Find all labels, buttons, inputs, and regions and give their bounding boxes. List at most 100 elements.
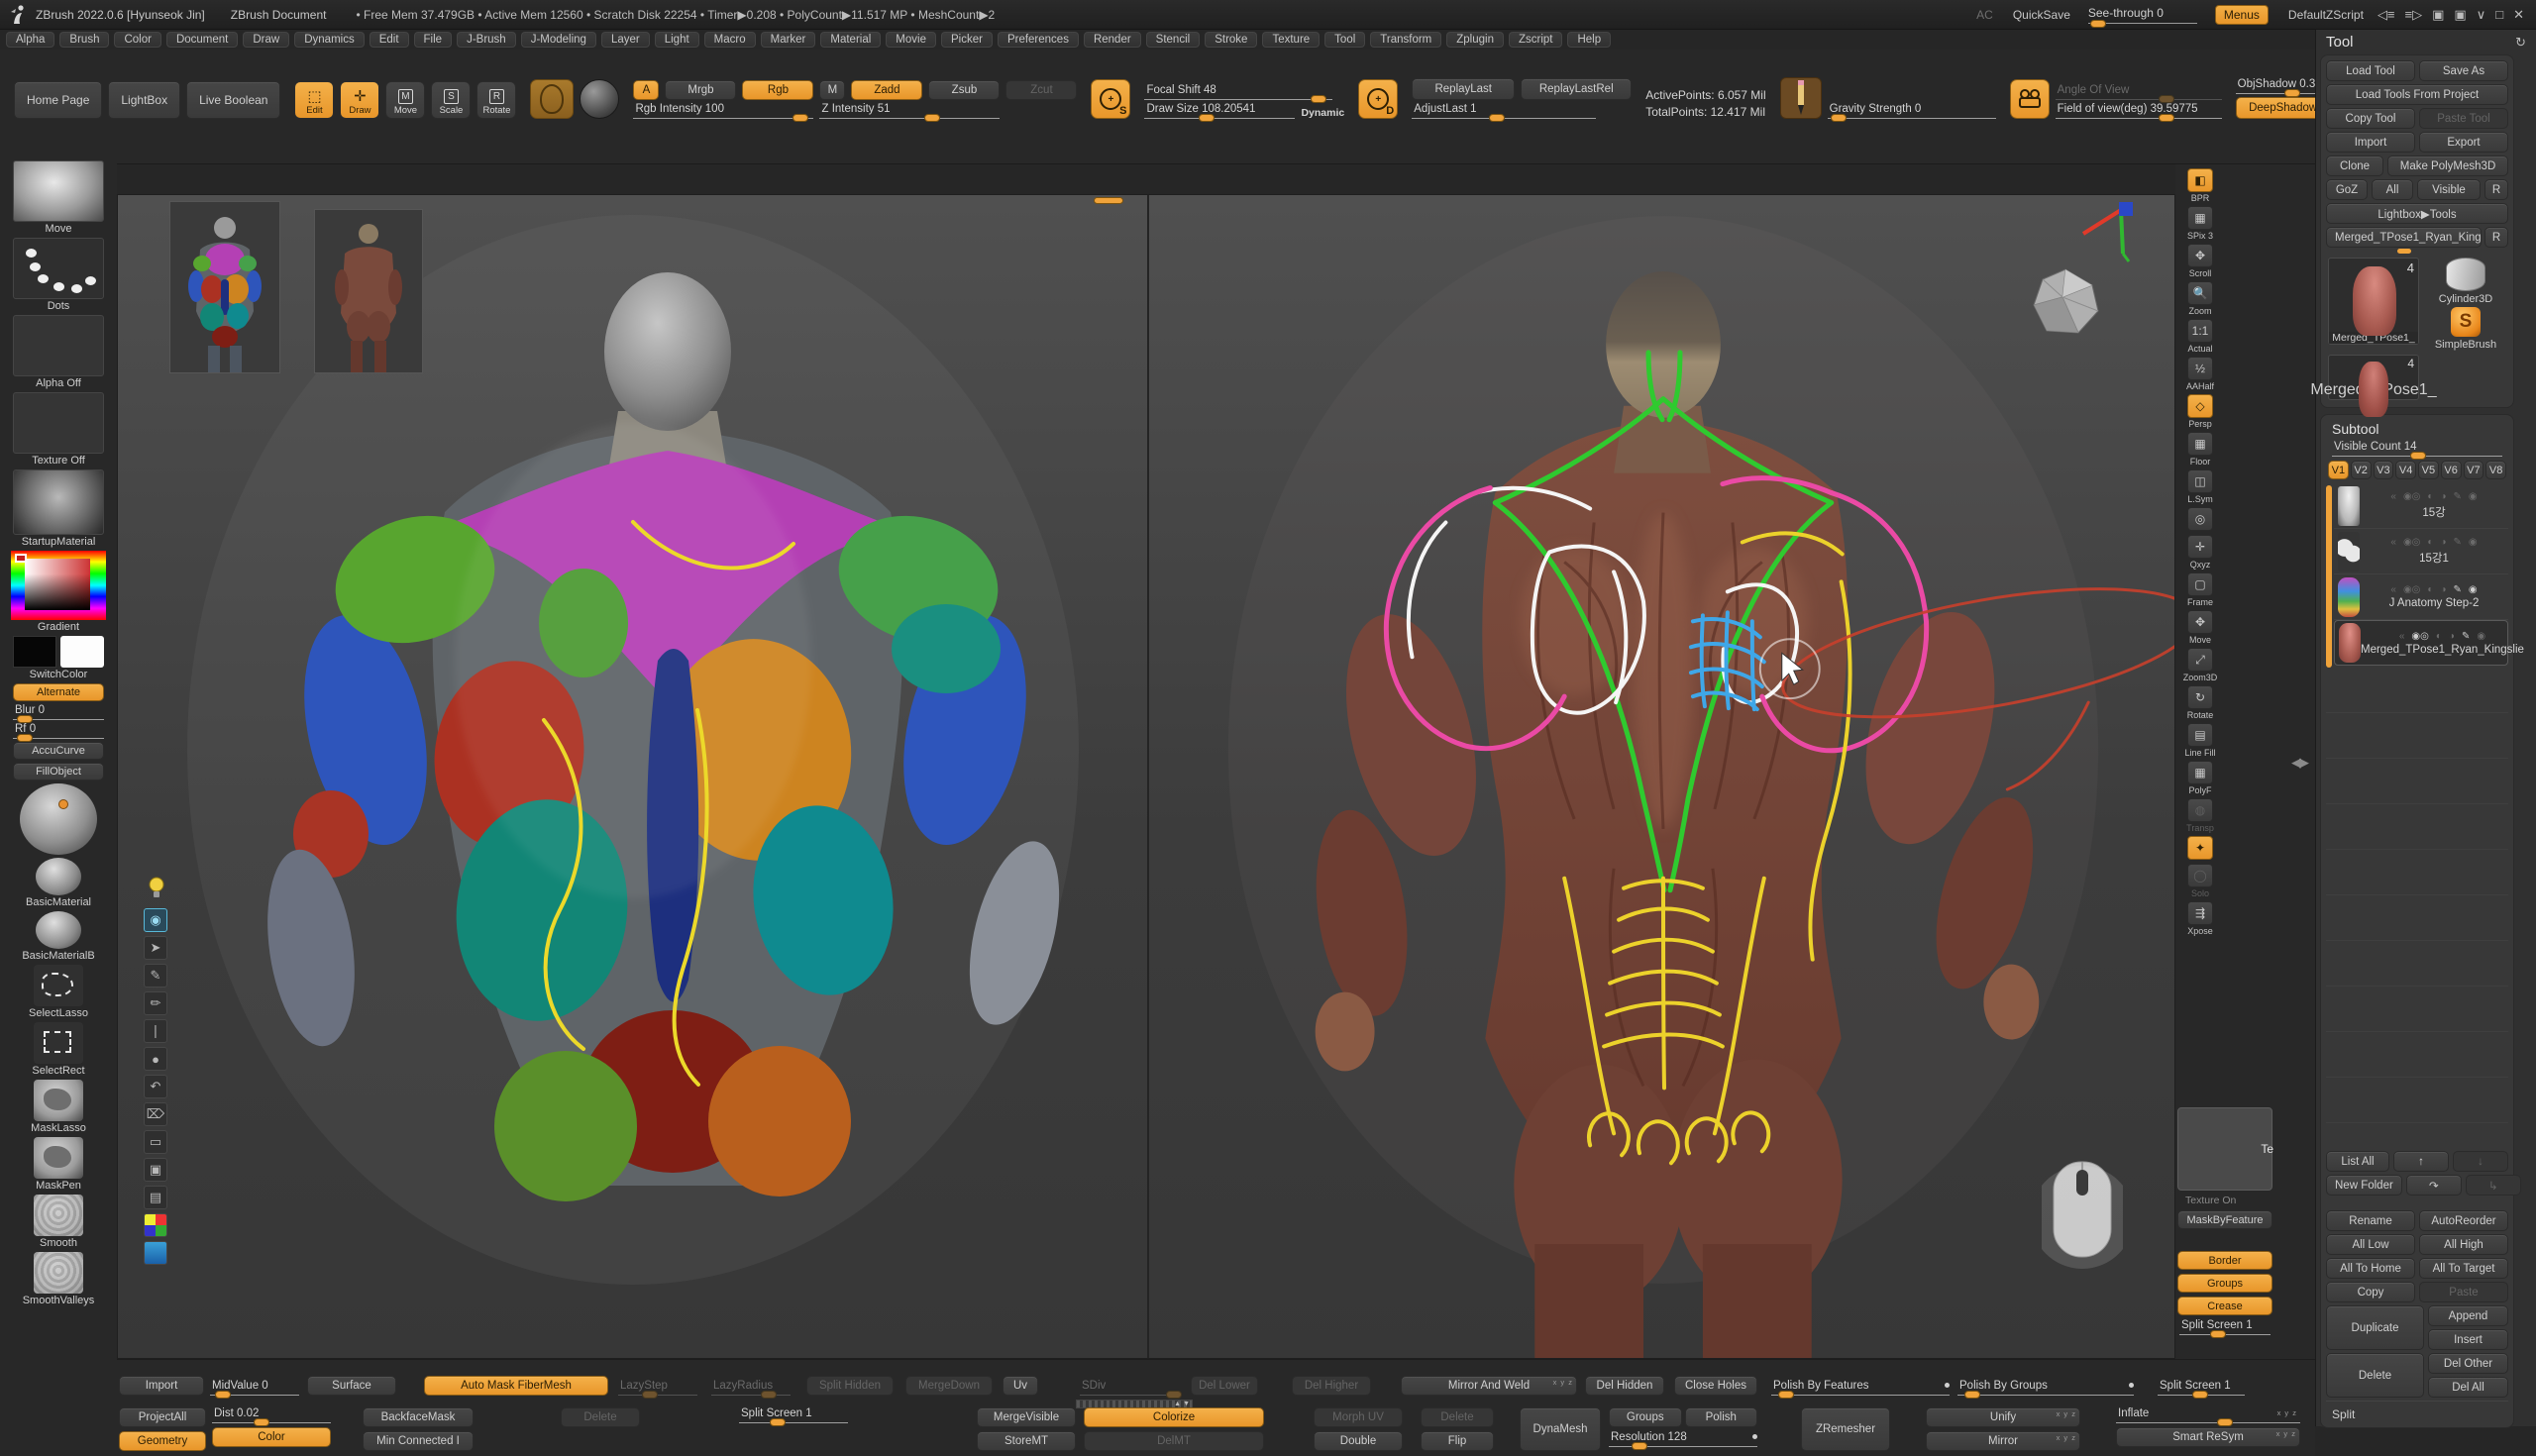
mrgb-button[interactable]: Mrgb xyxy=(665,80,736,100)
shelf-solo[interactable]: ◯Solo xyxy=(2180,864,2220,898)
mesh-preview-widget[interactable] xyxy=(2029,265,2102,338)
inflate-slider[interactable]: Inflatex y z xyxy=(2116,1407,2300,1423)
split-screen-slider[interactable]: Split Screen 1 xyxy=(2179,1319,2271,1335)
goz-all-button[interactable]: All xyxy=(2372,179,2413,200)
paste-subtool-button[interactable]: Paste xyxy=(2419,1282,2508,1302)
current-material-sphere[interactable] xyxy=(580,79,619,119)
surface-button[interactable]: Surface xyxy=(307,1376,396,1396)
menus-button[interactable]: Menus xyxy=(2215,5,2269,25)
groups-button[interactable]: Groups xyxy=(2177,1274,2272,1293)
shelf-frame[interactable]: ▢Frame xyxy=(2180,572,2220,607)
autoreorder-button[interactable]: AutoReorder xyxy=(2419,1210,2508,1231)
new-folder-button[interactable]: New Folder xyxy=(2326,1175,2402,1196)
lightbox-tools-button[interactable]: Lightbox▶Tools xyxy=(2326,203,2508,224)
texture-panel[interactable]: Te xyxy=(2177,1107,2272,1191)
simplebrush-icon[interactable]: S xyxy=(2451,307,2481,337)
menu-marker[interactable]: Marker xyxy=(761,32,816,48)
mergevisible-button[interactable]: MergeVisible xyxy=(977,1407,1076,1427)
copy-tool-button[interactable]: Copy Tool xyxy=(2326,108,2415,129)
doc-window-icon[interactable]: ▣ xyxy=(2432,7,2444,23)
subtool-tab-v4[interactable]: V4 xyxy=(2395,461,2416,479)
goz-button[interactable]: GoZ xyxy=(2326,179,2368,200)
dot-icon[interactable]: ● xyxy=(144,1047,167,1071)
angle-of-view-slider[interactable]: Angle Of View xyxy=(2056,84,2222,100)
brush-icon[interactable]: ✎ xyxy=(2453,537,2461,548)
paint-icon[interactable]: ◉◎ xyxy=(2403,584,2420,595)
fov-slider[interactable]: Field of view(deg) 39.59775 xyxy=(2056,103,2222,119)
crease-button[interactable]: Crease xyxy=(2177,1297,2272,1315)
focal-shift-slider[interactable]: Focal Shift 48 xyxy=(1144,84,1332,100)
move-into-button[interactable]: ↳ xyxy=(2466,1175,2521,1196)
delete-icon[interactable]: ⌦ xyxy=(144,1102,167,1126)
preview-thumbnail-muscle[interactable] xyxy=(314,209,423,373)
brush-icon[interactable]: ✎ xyxy=(2453,491,2461,502)
projectall-button[interactable]: ProjectAll xyxy=(119,1407,206,1427)
del-other-button[interactable]: Del Other xyxy=(2428,1353,2508,1374)
paint-icon[interactable]: ◉◎ xyxy=(2403,537,2420,548)
menu-document[interactable]: Document xyxy=(166,32,238,48)
subtool-tab-v5[interactable]: V5 xyxy=(2418,461,2439,479)
split-screen-1-slider[interactable]: Split Screen 1 xyxy=(2158,1380,2245,1396)
leftshelf-basicmaterialb[interactable]: BasicMaterialB xyxy=(22,911,94,962)
rgb-intensity-slider[interactable]: Rgb Intensity 100 xyxy=(633,103,813,119)
leftshelf-alternate[interactable]: Alternate xyxy=(13,683,104,701)
menu-alpha[interactable]: Alpha xyxy=(6,32,54,48)
leftshelf-masklasso[interactable]: MaskLasso xyxy=(31,1080,86,1134)
dynamesh-button[interactable]: DynaMesh xyxy=(1520,1407,1601,1451)
axis-gizmo[interactable] xyxy=(2077,200,2135,265)
split-screen-1-slider[interactable]: Split Screen 1 xyxy=(739,1407,848,1423)
menu-preferences[interactable]: Preferences xyxy=(998,32,1079,48)
leftshelf-accucurve[interactable]: AccuCurve xyxy=(13,742,104,760)
scale-button[interactable]: S Scale xyxy=(431,81,471,119)
all-high-button[interactable]: All High xyxy=(2419,1234,2508,1255)
document-canvas[interactable]: ◉➤✎✏❘●↶⌦▭▣▤ xyxy=(117,194,2175,1359)
cursor-icon[interactable]: ➤ xyxy=(144,936,167,960)
lazyradius-slider[interactable]: LazyRadius xyxy=(711,1380,791,1396)
clipboard-icon[interactable]: ▤ xyxy=(144,1186,167,1209)
lightbox-button[interactable]: LightBox xyxy=(108,81,180,119)
subtool-tab-v3[interactable]: V3 xyxy=(2374,461,2394,479)
lightbulb-icon[interactable] xyxy=(148,877,165,900)
morph-uv-button[interactable]: Morph UV xyxy=(1314,1407,1403,1427)
pen-icon[interactable]: ✎ xyxy=(144,964,167,988)
mirror-button[interactable]: Mirrorx y z xyxy=(1926,1431,2080,1451)
import-button[interactable]: Import xyxy=(2326,132,2415,153)
unify-button[interactable]: Unifyx y z xyxy=(1926,1407,2080,1427)
images-icon[interactable]: ▣ xyxy=(144,1158,167,1182)
delmt-button[interactable]: DelMT xyxy=(1084,1431,1264,1451)
menu-light[interactable]: Light xyxy=(655,32,699,48)
subtool-tab-v1[interactable]: V1 xyxy=(2328,461,2349,479)
subtool-scrollbar[interactable] xyxy=(2326,485,2332,668)
edit-button[interactable]: ⬚ Edit xyxy=(294,81,334,119)
menu-tool[interactable]: Tool xyxy=(1324,32,1365,48)
shelf-actual[interactable]: 1:1Actual xyxy=(2180,319,2220,354)
load-tools-from-project-button[interactable]: Load Tools From Project xyxy=(2326,84,2508,105)
leftshelf-blur-0[interactable]: Blur 0 xyxy=(13,704,104,720)
delete-subtool-button[interactable]: Delete xyxy=(2326,1353,2424,1398)
shade-icon[interactable]: ◐ xyxy=(2427,537,2433,548)
folder-icon[interactable]: « xyxy=(2390,537,2396,548)
del-hidden-button[interactable]: Del Hidden xyxy=(1585,1376,1664,1396)
live-boolean-button[interactable]: Live Boolean xyxy=(186,81,280,119)
duplicate-button[interactable]: Duplicate xyxy=(2326,1305,2424,1350)
storemt-button[interactable]: StoreMT xyxy=(977,1431,1076,1451)
move-out-button[interactable]: ↷ xyxy=(2406,1175,2462,1196)
colorize-button[interactable]: Colorize xyxy=(1084,1407,1264,1427)
shelf-scroll[interactable]: ✥Scroll xyxy=(2180,244,2220,278)
make-polymesh3d-button[interactable]: Make PolyMesh3D xyxy=(2387,156,2508,176)
auto-mask-fibermesh-button[interactable]: Auto Mask FiberMesh xyxy=(424,1376,608,1396)
menu-texture[interactable]: Texture xyxy=(1262,32,1320,48)
color-button[interactable]: Color xyxy=(212,1427,331,1447)
dock-left-icon[interactable]: ◁≡ xyxy=(2378,7,2395,23)
midvalue-0-slider[interactable]: MidValue 0 xyxy=(210,1380,299,1396)
undo-icon[interactable]: ↶ xyxy=(144,1075,167,1098)
double-button[interactable]: Double xyxy=(1314,1431,1403,1451)
min-connected-i-button[interactable]: Min Connected I xyxy=(363,1431,474,1451)
shelf-line-fill[interactable]: ▤Line Fill xyxy=(2180,723,2220,758)
dynamic-toggle[interactable]: Dynamic xyxy=(1301,107,1344,119)
shelf-polyf[interactable]: ▦PolyF xyxy=(2180,761,2220,795)
home-page-button[interactable]: Home Page xyxy=(14,81,102,119)
menu-stroke[interactable]: Stroke xyxy=(1205,32,1257,48)
polish-by-features-slider[interactable]: Polish By Features xyxy=(1771,1380,1950,1396)
leftshelf-dots[interactable]: Dots xyxy=(13,238,104,312)
